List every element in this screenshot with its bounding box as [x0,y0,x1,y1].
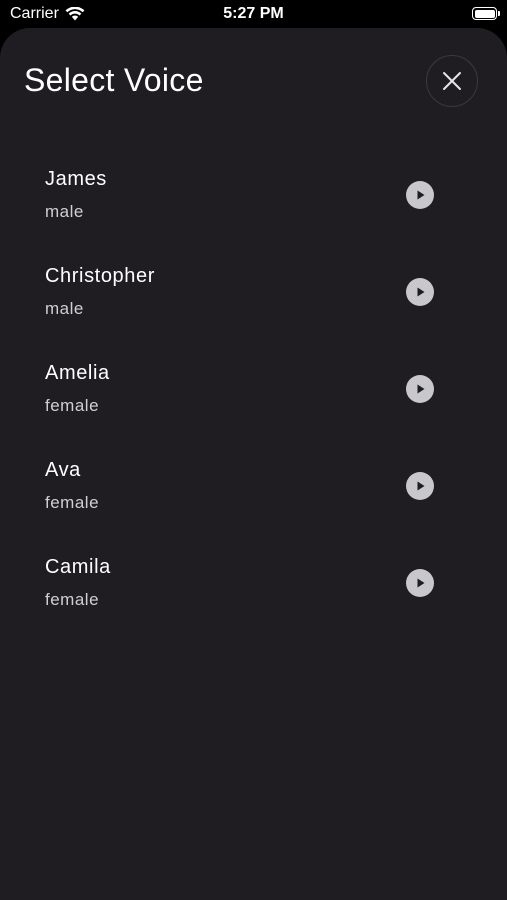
play-icon [417,578,425,588]
voice-item-amelia[interactable]: Amelia female [0,347,507,444]
status-bar: Carrier 5:27 PM [0,0,507,30]
status-time: 5:27 PM [223,5,284,22]
voice-item-camila[interactable]: Camila female [0,541,507,638]
voice-gender: male [45,299,84,318]
voice-item-christopher[interactable]: Christopher male [0,250,507,347]
voice-name: James [45,168,107,190]
select-voice-sheet: Select Voice James male Christopher male… [0,28,507,900]
play-button[interactable] [406,472,434,500]
voice-name: Amelia [45,362,110,384]
close-button[interactable] [426,55,478,107]
play-icon [417,287,425,297]
play-button[interactable] [406,569,434,597]
voice-gender: female [45,396,100,415]
sheet-title: Select Voice [24,62,204,98]
battery-icon [472,7,500,20]
play-icon [417,481,425,491]
voice-name: Ava [45,459,81,481]
voice-name: Christopher [45,265,155,287]
play-button[interactable] [406,278,434,306]
voice-gender: male [45,202,84,221]
play-icon [417,190,425,200]
play-icon [417,384,425,394]
voice-list: James male Christopher male Amelia femal… [0,153,507,638]
play-button[interactable] [406,181,434,209]
voice-item-ava[interactable]: Ava female [0,444,507,541]
play-button[interactable] [406,375,434,403]
close-icon [443,72,461,90]
voice-item-james[interactable]: James male [0,153,507,250]
voice-gender: female [45,493,100,512]
voice-gender: female [45,590,100,609]
voice-name: Camila [45,556,111,578]
